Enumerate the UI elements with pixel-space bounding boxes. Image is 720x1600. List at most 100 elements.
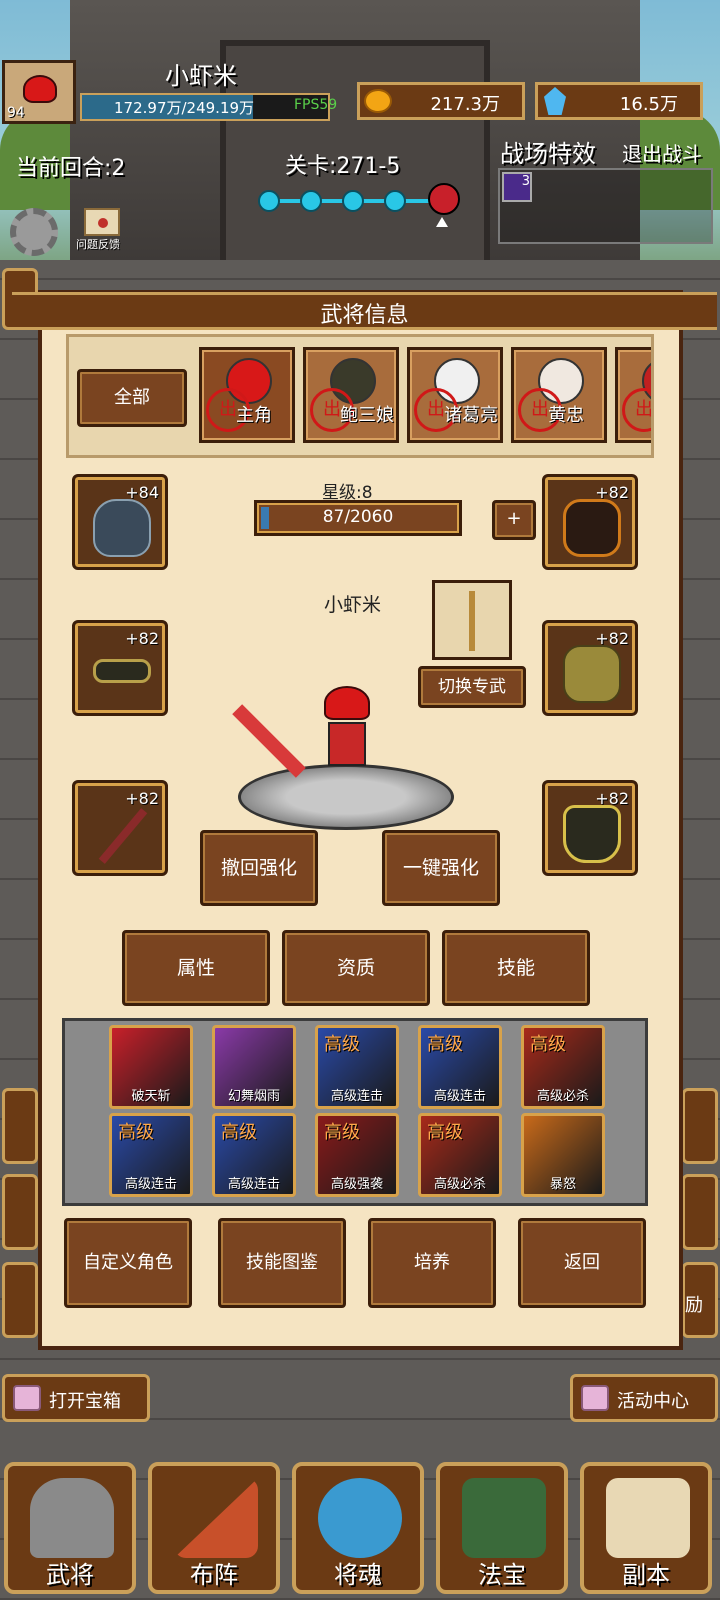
star-progress-text: 87/2060 xyxy=(322,507,394,527)
exclusive-weapon-slot[interactable] xyxy=(432,580,512,660)
cultivate-button[interactable]: 培养 xyxy=(368,1218,496,1308)
skill-tier: 高级 xyxy=(530,1034,566,1055)
nav-formation[interactable]: 布阵 xyxy=(148,1462,280,1594)
skill-tier: 高级 xyxy=(324,1034,360,1055)
hero-card[interactable]: 出诸葛亮 xyxy=(407,347,503,443)
exit-battle-button[interactable]: 退出战斗 xyxy=(622,138,702,167)
stage-dot xyxy=(258,190,280,212)
avatar-hat-icon xyxy=(23,75,57,103)
skill-tier: 高级 xyxy=(427,1122,463,1143)
equip-slot-weapon[interactable]: +82 xyxy=(72,780,168,876)
panel-header: 武将信息 xyxy=(12,292,717,330)
hero-card[interactable]: 出 xyxy=(615,347,651,443)
equip-slot-boots[interactable]: +82 xyxy=(542,780,638,876)
nav-label: 武将 xyxy=(46,1561,94,1589)
skill-icon[interactable]: 高级高级连击 xyxy=(418,1025,502,1109)
open-chest-label: 打开宝箱 xyxy=(49,1391,121,1412)
gem-value: 16.5万 xyxy=(619,94,678,115)
stage-marker-icon xyxy=(436,217,448,227)
skill-icon[interactable]: 暴怒 xyxy=(521,1113,605,1197)
back-button[interactable]: 返回 xyxy=(518,1218,646,1308)
hero-selector: 全部 出主角出鲍三娘出诸葛亮出黄忠出 xyxy=(66,334,654,458)
skill-icon[interactable]: 破天斩 xyxy=(109,1025,193,1109)
side-button-partial[interactable] xyxy=(682,1088,718,1164)
sword-icon xyxy=(98,808,148,864)
player-avatar[interactable]: 94 xyxy=(2,60,76,124)
skill-name: 幻舞烟雨 xyxy=(227,1089,280,1104)
stage-dot xyxy=(300,190,322,212)
gem-icon xyxy=(544,87,566,115)
hero-card[interactable]: 出鲍三娘 xyxy=(303,347,399,443)
nav-generals[interactable]: 武将 xyxy=(4,1462,136,1594)
hero-name: 诸葛亮 xyxy=(444,405,498,426)
stage-label: 关卡:271-5 xyxy=(285,154,401,179)
battle-effect-slot[interactable]: 3 xyxy=(502,172,532,202)
panel-title: 武将信息 xyxy=(320,303,409,328)
skill-name: 高级连击 xyxy=(433,1089,486,1104)
tab-aptitude[interactable]: 资质 xyxy=(282,930,430,1006)
all-heroes-button[interactable]: 全部 xyxy=(77,369,187,427)
skill-icon[interactable]: 高级高级必杀 xyxy=(521,1025,605,1109)
soul-icon xyxy=(318,1478,402,1558)
gem-resource[interactable]: 16.5万 xyxy=(535,82,703,120)
nav-label: 副本 xyxy=(622,1561,670,1589)
side-button-partial[interactable] xyxy=(2,1088,38,1164)
stage-dot xyxy=(384,190,406,212)
equip-slot-belt[interactable]: +82 xyxy=(72,620,168,716)
open-chest-button[interactable]: 打开宝箱 xyxy=(2,1374,150,1422)
skill-icon[interactable]: 高级 高级连击 xyxy=(212,1113,296,1197)
skill-tier: 高级 xyxy=(427,1034,463,1055)
character-weapon-icon xyxy=(232,704,306,778)
tab-skills[interactable]: 技能 xyxy=(442,930,590,1006)
skill-name: 高级必杀 xyxy=(536,1089,589,1104)
nav-dungeon[interactable]: 副本 xyxy=(580,1462,712,1594)
nav-soul[interactable]: 将魂 xyxy=(292,1462,424,1594)
skill-tier: 高级 xyxy=(118,1122,154,1143)
hero-card[interactable]: 出黄忠 xyxy=(511,347,607,443)
activity-icon xyxy=(581,1385,609,1411)
star-upgrade-button[interactable]: + xyxy=(492,500,536,540)
skill-icon[interactable]: 高级 高级强袭 xyxy=(315,1113,399,1197)
equip-slot-gloves[interactable]: +82 xyxy=(542,620,638,716)
gear-icon[interactable] xyxy=(10,208,58,256)
hero-card[interactable]: 出主角 xyxy=(199,347,295,443)
one-key-enhance-button[interactable]: 一键强化 xyxy=(382,830,500,906)
side-button-partial[interactable] xyxy=(2,1174,38,1250)
equip-slot-armor[interactable]: +82 xyxy=(542,474,638,570)
coin-value: 217.3万 xyxy=(430,94,500,115)
current-round: 当前回合:2 xyxy=(16,156,126,181)
equip-slot-helmet[interactable]: +84 xyxy=(72,474,168,570)
skill-name: 高级必杀 xyxy=(433,1177,486,1192)
battle-effects-label[interactable]: 战场特效 xyxy=(500,134,596,169)
nav-treasure[interactable]: 法宝 xyxy=(436,1462,568,1594)
coin-icon xyxy=(364,89,392,113)
skill-icon[interactable]: 高级 高级连击 xyxy=(109,1113,193,1197)
feedback-label: 问题反馈 xyxy=(76,238,120,251)
side-button-partial[interactable] xyxy=(2,1262,38,1338)
switch-exclusive-weapon-button[interactable]: 切换专武 xyxy=(418,666,526,708)
skill-codex-button[interactable]: 技能图鉴 xyxy=(218,1218,346,1308)
player-name: 小虾米 xyxy=(165,62,237,90)
skill-icon[interactable]: 高级高级必杀 xyxy=(418,1113,502,1197)
cauldron-icon xyxy=(462,1478,546,1558)
tab-attributes[interactable]: 属性 xyxy=(122,930,270,1006)
skills-grid: 破天斩 幻舞烟雨 高级 高级连击 高级 高级连击 高级 高级必杀 高级 高级连击 高级 高级连击 高级高… xyxy=(62,1018,648,1206)
player-level: 94 xyxy=(7,105,25,121)
boss-icon xyxy=(428,183,460,215)
undo-enhance-button[interactable]: 撤回强化 xyxy=(200,830,318,906)
side-button-partial[interactable] xyxy=(682,1174,718,1250)
activity-center-button[interactable]: 活动中心 xyxy=(570,1374,718,1422)
character-sprite xyxy=(324,686,370,774)
boots-icon xyxy=(563,805,621,863)
hero-info-panel: 武将信息 全部 出主角出鲍三娘出诸葛亮出黄忠出 +84 +82 +82 +82 … xyxy=(12,290,717,1350)
envelope-icon xyxy=(84,208,120,236)
coin-resource[interactable]: 217.3万 xyxy=(357,82,525,120)
custom-character-button[interactable]: 自定义角色 xyxy=(64,1218,192,1308)
skill-icon[interactable]: 幻舞烟雨 xyxy=(212,1025,296,1109)
nav-label: 布阵 xyxy=(190,1561,238,1589)
feedback-button[interactable]: 问题反馈 xyxy=(76,208,134,256)
character-name: 小虾米 xyxy=(324,594,382,616)
side-button-partial[interactable]: 励 xyxy=(682,1262,718,1338)
effect-count: 3 xyxy=(521,174,530,189)
skill-icon[interactable]: 高级 高级连击 xyxy=(315,1025,399,1109)
